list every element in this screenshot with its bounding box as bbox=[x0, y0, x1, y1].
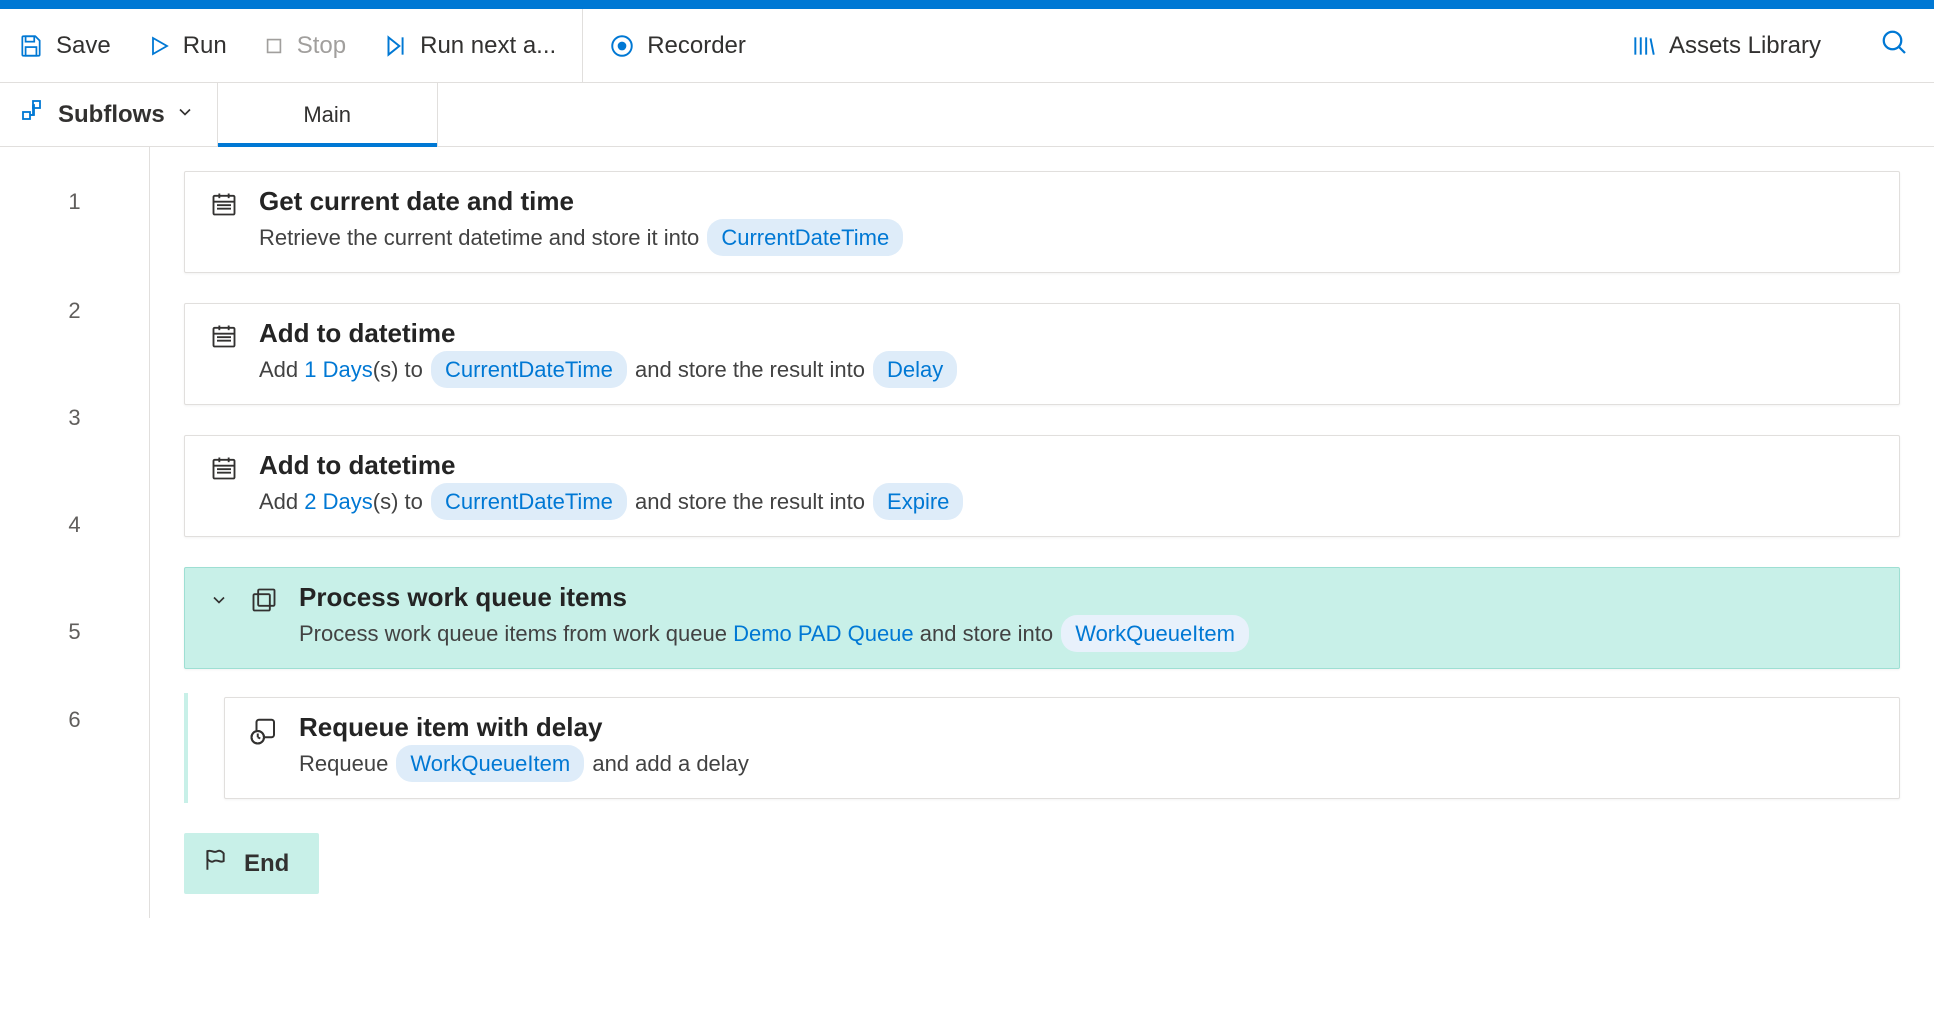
line-number: 5 bbox=[0, 578, 149, 685]
variable-pill[interactable]: CurrentDateTime bbox=[707, 219, 903, 256]
subflows-dropdown[interactable]: Subflows bbox=[0, 83, 218, 146]
desc-text: (s) to bbox=[373, 489, 429, 514]
assets-library-button[interactable]: Assets Library bbox=[1613, 9, 1839, 82]
save-icon bbox=[18, 33, 44, 59]
line-number: 6 bbox=[0, 685, 149, 755]
toolbar-left-group: Save Run Stop Run next a... bbox=[0, 9, 574, 82]
recorder-label: Recorder bbox=[647, 32, 746, 60]
chevron-down-icon bbox=[175, 101, 195, 129]
search-button[interactable] bbox=[1856, 28, 1934, 64]
run-next-label: Run next a... bbox=[420, 32, 556, 60]
desc-text: and store into bbox=[914, 621, 1060, 646]
tab-main[interactable]: Main bbox=[218, 83, 438, 146]
variable-pill[interactable]: CurrentDateTime bbox=[431, 483, 627, 520]
variable-pill[interactable]: WorkQueueItem bbox=[1061, 615, 1249, 652]
desc-text: and store the result into bbox=[635, 489, 871, 514]
chevron-down-icon[interactable] bbox=[209, 590, 229, 616]
search-icon bbox=[1880, 28, 1910, 64]
run-next-button[interactable]: Run next a... bbox=[364, 9, 574, 82]
desc-text: Retrieve the current datetime and store … bbox=[259, 225, 705, 250]
card-body: Add to datetime Add 1 Days(s) to Current… bbox=[259, 318, 1875, 388]
line-number: 1 bbox=[0, 147, 149, 257]
card-description: Add 2 Days(s) to CurrentDateTime and sto… bbox=[259, 483, 1875, 520]
variable-pill[interactable]: Delay bbox=[873, 351, 957, 388]
run-button[interactable]: Run bbox=[129, 9, 245, 82]
queue-icon bbox=[249, 586, 279, 614]
variable-pill[interactable]: WorkQueueItem bbox=[396, 745, 584, 782]
step-icon bbox=[382, 33, 408, 59]
loop-end[interactable]: End bbox=[184, 833, 319, 894]
card-body: Process work queue items Process work qu… bbox=[299, 582, 1875, 652]
requeue-icon bbox=[249, 716, 279, 746]
card-title: Process work queue items bbox=[299, 582, 1875, 613]
desc-text: Add bbox=[259, 489, 304, 514]
desc-text: and add a delay bbox=[592, 751, 749, 776]
stop-icon bbox=[263, 35, 285, 57]
save-label: Save bbox=[56, 32, 111, 60]
calendar-icon bbox=[209, 322, 239, 350]
window-accent-bar bbox=[0, 0, 1934, 9]
action-add-datetime-1[interactable]: Add to datetime Add 1 Days(s) to Current… bbox=[184, 303, 1900, 405]
desc-text: Add bbox=[259, 357, 304, 382]
line-number: 2 bbox=[0, 257, 149, 364]
calendar-icon bbox=[209, 454, 239, 482]
flow-list: Get current date and time Retrieve the c… bbox=[150, 147, 1934, 918]
line-gutter: 1 2 3 4 5 6 bbox=[0, 147, 150, 918]
canvas: 1 2 3 4 5 6 Get current date and time Re… bbox=[0, 147, 1934, 918]
card-title: Requeue item with delay bbox=[299, 712, 1875, 743]
record-icon bbox=[609, 33, 635, 59]
card-body: Get current date and time Retrieve the c… bbox=[259, 186, 1875, 256]
card-body: Add to datetime Add 2 Days(s) to Current… bbox=[259, 450, 1875, 520]
loop-body: Requeue item with delay Requeue WorkQueu… bbox=[184, 693, 1900, 803]
toolbar-mid-group: Recorder bbox=[591, 9, 764, 82]
save-button[interactable]: Save bbox=[0, 9, 129, 82]
card-description: Add 1 Days(s) to CurrentDateTime and sto… bbox=[259, 351, 1875, 388]
play-icon bbox=[147, 34, 171, 58]
action-add-datetime-2[interactable]: Add to datetime Add 2 Days(s) to Current… bbox=[184, 435, 1900, 537]
action-get-datetime[interactable]: Get current date and time Retrieve the c… bbox=[184, 171, 1900, 273]
assets-library-label: Assets Library bbox=[1669, 32, 1821, 60]
toolbar: Save Run Stop Run next a... Recorde bbox=[0, 9, 1934, 83]
action-requeue[interactable]: Requeue item with delay Requeue WorkQueu… bbox=[224, 697, 1900, 799]
param-link[interactable]: 1 Days bbox=[304, 357, 372, 382]
line-number: 4 bbox=[0, 471, 149, 578]
variable-pill[interactable]: Expire bbox=[873, 483, 963, 520]
card-title: Add to datetime bbox=[259, 318, 1875, 349]
stop-label: Stop bbox=[297, 32, 346, 60]
desc-text: and store the result into bbox=[635, 357, 871, 382]
param-link[interactable]: Demo PAD Queue bbox=[733, 621, 914, 646]
toolbar-right-group: Assets Library bbox=[1613, 9, 1934, 82]
desc-text: Process work queue items from work queue bbox=[299, 621, 733, 646]
variable-pill[interactable]: CurrentDateTime bbox=[431, 351, 627, 388]
desc-text: Requeue bbox=[299, 751, 394, 776]
desc-text: (s) to bbox=[373, 357, 429, 382]
run-label: Run bbox=[183, 32, 227, 60]
calendar-icon bbox=[209, 190, 239, 218]
end-label: End bbox=[244, 850, 289, 878]
action-process-queue[interactable]: Process work queue items Process work qu… bbox=[184, 567, 1900, 669]
library-icon bbox=[1631, 33, 1657, 59]
toolbar-divider bbox=[582, 9, 583, 82]
tab-label: Main bbox=[303, 102, 351, 128]
card-title: Add to datetime bbox=[259, 450, 1875, 481]
card-body: Requeue item with delay Requeue WorkQueu… bbox=[299, 712, 1875, 782]
subflows-label: Subflows bbox=[58, 101, 165, 129]
flag-icon bbox=[202, 847, 228, 880]
param-link[interactable]: 2 Days bbox=[304, 489, 372, 514]
recorder-button[interactable]: Recorder bbox=[591, 9, 764, 82]
stop-button: Stop bbox=[245, 9, 364, 82]
card-description: Process work queue items from work queue… bbox=[299, 615, 1875, 652]
card-description: Retrieve the current datetime and store … bbox=[259, 219, 1875, 256]
subflows-icon bbox=[22, 100, 48, 129]
subflows-row: Subflows Main bbox=[0, 83, 1934, 147]
card-description: Requeue WorkQueueItem and add a delay bbox=[299, 745, 1875, 782]
line-number: 3 bbox=[0, 364, 149, 471]
card-title: Get current date and time bbox=[259, 186, 1875, 217]
toolbar-spacer bbox=[764, 9, 1613, 82]
